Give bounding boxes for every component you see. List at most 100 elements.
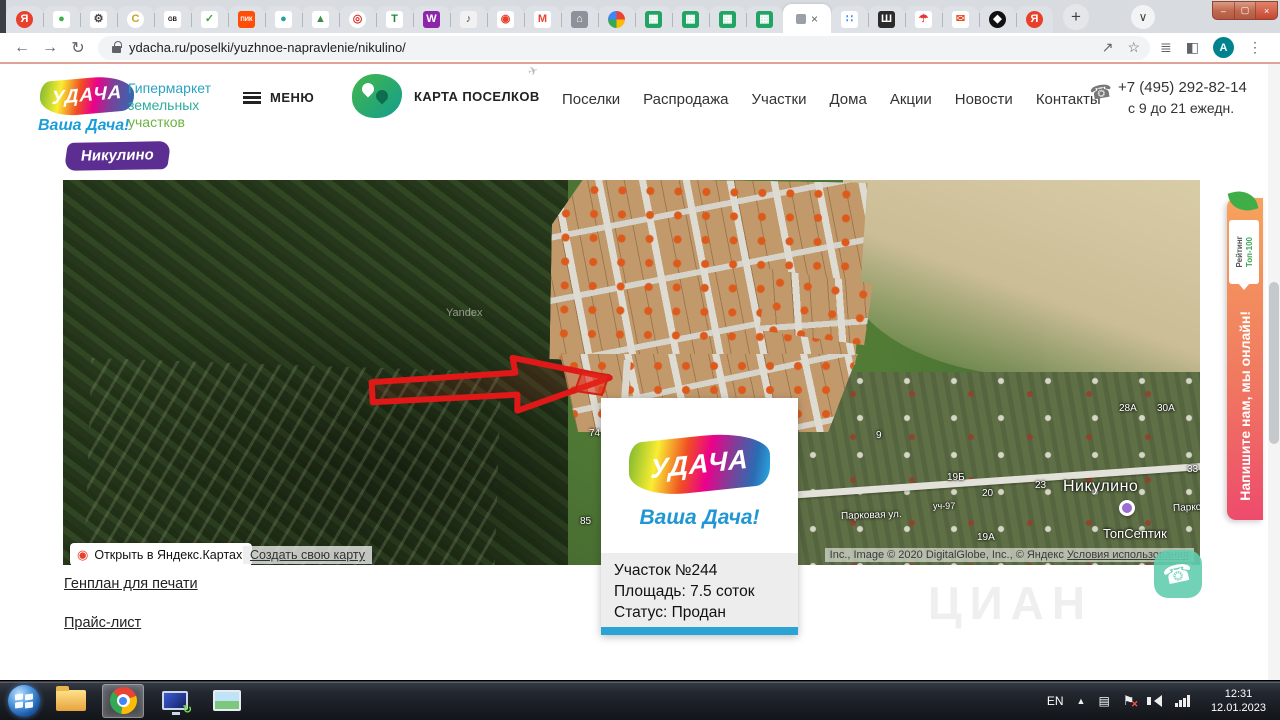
sheets-icon: ▦ <box>645 11 662 28</box>
map-label-house: 30А <box>1157 403 1175 414</box>
bookmark-star-icon[interactable]: ☆ <box>1127 39 1140 56</box>
nav-item-akcii[interactable]: Акции <box>890 91 932 108</box>
leaf-icon-tab[interactable]: ● <box>43 6 80 33</box>
browser-tab-strip: Я●⚙CGB✓ПИК●▲◎TW♪◉M⌂▦▦▦▦ × ∷Ш☂✉◆Я + ∨ – ▢… <box>0 0 1280 33</box>
map-pin-icon-tab[interactable]: ◉ <box>487 6 524 33</box>
coin-icon-tab[interactable]: C <box>117 6 154 33</box>
genplan-print-link[interactable]: Генплан для печати <box>64 576 198 592</box>
active-tab[interactable]: × <box>783 4 831 33</box>
rating-top100-badge[interactable]: Рейтинг Топ-100 <box>1229 220 1259 284</box>
address-bar[interactable]: ydacha.ru/poselki/yuzhnoe-napravlenie/ni… <box>98 36 1150 60</box>
chrome-taskbar-icon[interactable] <box>102 684 144 718</box>
yandex-icon: Я <box>16 11 33 28</box>
tray-expand-icon[interactable]: ▲ <box>1077 696 1086 706</box>
nav-item-novosti[interactable]: Новости <box>955 91 1013 108</box>
restore-button[interactable]: ▢ <box>1235 2 1257 19</box>
t-icon-tab[interactable]: T <box>376 6 413 33</box>
septic-marker-icon[interactable] <box>1119 500 1135 516</box>
close-button[interactable]: × <box>1256 2 1277 19</box>
yandex-icon-tab[interactable]: Я <box>6 6 43 33</box>
coin-icon: C <box>127 11 144 28</box>
action-center-flag-icon[interactable]: ⚑✕ <box>1123 693 1135 709</box>
chat-banner-label: Напишите нам, мы онлайн! <box>1237 311 1253 501</box>
page-scrollbar[interactable] <box>1268 64 1280 680</box>
check-icon-tab[interactable]: ✓ <box>191 6 228 33</box>
forward-button[interactable]: → <box>36 39 64 57</box>
sheets-icon-tab[interactable]: ▦ <box>672 6 709 33</box>
phone-number[interactable]: +7 (495) 292-82-14 <box>1118 79 1247 96</box>
sphere-icon-tab[interactable]: ● <box>265 6 302 33</box>
reading-list-icon[interactable]: ≣ <box>1160 39 1172 56</box>
mountain-icon-tab[interactable]: ▲ <box>302 6 339 33</box>
attribution-text: Inc., Image © 2020 DigitalGlobe, Inc., ©… <box>830 549 1067 561</box>
create-own-map-link[interactable]: Создать свою карту <box>243 546 372 564</box>
map-label-house: 33 <box>1187 464 1198 475</box>
map-pin-icon: ◉ <box>497 11 514 28</box>
callback-button[interactable]: ☎ <box>1154 550 1202 598</box>
volume-icon[interactable] <box>1147 695 1162 707</box>
notes-tray-icon[interactable]: ▤ <box>1098 694 1109 708</box>
w-purple-icon-tab[interactable]: W <box>413 6 450 33</box>
photo-viewer-taskbar-icon[interactable] <box>206 684 248 718</box>
start-button[interactable] <box>8 685 40 717</box>
region-map-icon <box>352 74 402 118</box>
remote-desktop-taskbar-icon[interactable]: ↻ <box>154 684 196 718</box>
profile-avatar[interactable]: A <box>1213 37 1234 58</box>
target-icon-tab[interactable]: ◆ <box>979 6 1016 33</box>
tab-search-chevron-icon[interactable]: ∨ <box>1131 5 1155 29</box>
chat-banner[interactable]: Рейтинг Топ-100 Напишите нам, мы онлайн! <box>1227 198 1263 520</box>
mail-icon-tab[interactable]: ✉ <box>942 6 979 33</box>
site-logo[interactable]: УДАЧА <box>40 74 134 118</box>
computer-icon: ↻ <box>162 691 188 710</box>
network-signal-icon[interactable] <box>1175 695 1190 707</box>
gb-icon-tab[interactable]: GB <box>154 6 191 33</box>
taskbar-clock[interactable]: 12:31 12.01.2023 <box>1203 687 1274 715</box>
t-icon: T <box>386 11 403 28</box>
browser-menu-icon[interactable]: ⋮ <box>1248 39 1262 56</box>
pik-icon-tab[interactable]: ПИК <box>228 6 265 33</box>
nav-item-poselki[interactable]: Поселки <box>562 91 620 108</box>
gmail-icon: M <box>534 11 551 28</box>
google-apps-icon-tab[interactable]: ∷ <box>831 6 868 33</box>
popup-accent-bar <box>601 627 798 635</box>
sheets-icon-tab[interactable]: ▦ <box>635 6 672 33</box>
side-panel-icon[interactable]: ◧ <box>1186 39 1199 56</box>
google-apps-icon: ∷ <box>841 11 858 28</box>
minimize-button[interactable]: – <box>1213 2 1235 19</box>
audio-tab-icon-tab[interactable]: ♪ <box>450 6 487 33</box>
sheets-icon-tab[interactable]: ▦ <box>709 6 746 33</box>
gear-icon-tab[interactable]: ⚙ <box>80 6 117 33</box>
sheets-icon-tab[interactable]: ▦ <box>746 6 783 33</box>
open-in-yandex-maps-button[interactable]: ◉ Открыть в Яндекс.Картах <box>70 543 252 565</box>
settlements-map-button[interactable]: КАРТА ПОСЕЛКОВ <box>352 74 540 118</box>
gmail-icon-tab[interactable]: M <box>524 6 561 33</box>
reload-button[interactable]: ↻ <box>64 38 92 58</box>
share-icon[interactable]: ↗ <box>1102 39 1114 56</box>
nav-item-rasprodazha[interactable]: Распродажа <box>643 91 728 108</box>
yandex-icon-tab[interactable]: Я <box>1016 6 1053 33</box>
pinned-tabs-right: ∷ Ш☂✉◆Я <box>831 6 1053 33</box>
sheets-icon: ▦ <box>756 11 773 28</box>
explorer-taskbar-icon[interactable] <box>50 684 92 718</box>
audio-tab-icon: ♪ <box>460 11 477 28</box>
nav-item-uchastki[interactable]: Участки <box>751 91 806 108</box>
umbrella-icon-tab[interactable]: ☂ <box>905 6 942 33</box>
menu-button[interactable]: МЕНЮ <box>243 90 314 105</box>
price-list-link[interactable]: Прайс-лист <box>64 615 141 631</box>
home-icon-tab[interactable]: ⌂ <box>561 6 598 33</box>
nav-item-doma[interactable]: Дома <box>829 91 866 108</box>
ring-icon-tab[interactable]: ◎ <box>339 6 376 33</box>
popup-plot-number: Участок №244 <box>614 560 798 581</box>
yandex-watermark: Yandex <box>446 307 483 319</box>
red-pin-icon: ◉ <box>77 547 88 563</box>
scrollbar-thumb[interactable] <box>1269 282 1279 444</box>
pinned-tabs-left: Я●⚙CGB✓ПИК●▲◎TW♪◉M⌂▦▦▦▦ <box>6 6 783 33</box>
new-tab-button[interactable]: + <box>1063 4 1089 30</box>
back-button[interactable]: ← <box>8 39 36 57</box>
language-indicator[interactable]: EN <box>1047 694 1064 708</box>
popup-info: Участок №244 Площадь: 7.5 соток Статус: … <box>601 553 798 627</box>
main-nav: Поселки Распродажа Участки Дома Акции Но… <box>562 91 1101 108</box>
sh-icon-tab[interactable]: Ш <box>868 6 905 33</box>
pinwheel-icon-tab[interactable] <box>598 6 635 33</box>
tab-close-icon[interactable]: × <box>811 12 818 26</box>
